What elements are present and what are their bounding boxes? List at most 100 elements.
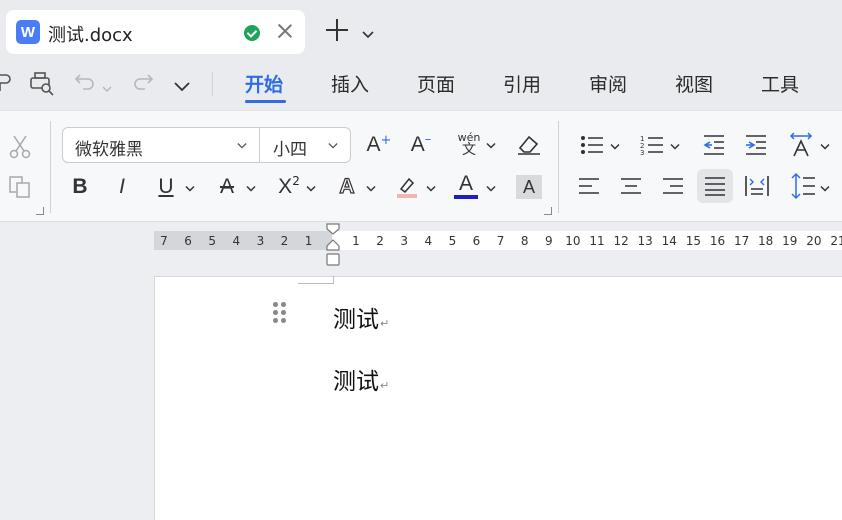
close-tab-icon[interactable] [276,22,294,40]
paragraph-mark: ↵ [380,379,390,392]
print-icon[interactable] [0,71,12,97]
tab-tools[interactable]: 工具 [761,70,799,97]
svg-text:3: 3 [640,149,644,156]
clipboard-dialog-launcher[interactable] [36,207,44,215]
numbered-list-icon[interactable]: 123 [638,131,666,159]
paragraph-drag-handle-icon[interactable] [273,302,287,324]
ruler-number: 11 [589,234,605,248]
horizontal-ruler[interactable]: 7 6 5 4 3 2 1 1 2 3 4 5 6 7 8 9 10 11 12 13 14 15 16 17 18 19 20 21 [154,231,842,250]
ruler-number: 6 [184,234,192,248]
redo-icon[interactable] [132,72,154,96]
ruler-number: 15 [685,234,702,248]
align-left-icon[interactable] [576,173,602,199]
ruler-number: 9 [544,234,553,248]
line-spacing-dropdown-icon[interactable] [820,184,830,194]
print-preview-icon[interactable] [28,70,56,100]
font-size-dropdown-icon[interactable] [328,141,338,151]
numbered-list-dropdown-icon[interactable] [670,142,680,152]
ruler-number: 8 [520,234,529,248]
divider [558,121,559,213]
chevron-down-icon[interactable] [362,24,374,39]
font-size-value: 小四 [273,140,307,160]
ruler-number: 1 [352,234,360,248]
tab-review[interactable]: 审阅 [589,70,627,97]
align-justify-icon[interactable] [697,169,733,203]
new-tab-icon[interactable] [326,19,348,41]
text-effect-dropdown-icon[interactable] [366,184,376,194]
phonetic-dropdown-icon[interactable] [486,141,496,151]
ruler-number: 5 [208,234,217,248]
ruler-number: 17 [733,234,750,248]
ruler-number: 21 [830,234,842,248]
font-color-swatch [454,195,478,199]
font-name-value: 微软雅黑 [75,140,143,160]
indent-marker-icon[interactable] [326,223,340,267]
ruler-number: 2 [376,234,384,248]
font-color-button[interactable]: A [452,171,480,201]
document-page[interactable] [154,276,842,520]
superscript-dropdown-icon[interactable] [306,184,316,194]
ruler-number: 5 [448,234,457,248]
wps-writer-logo: W [16,20,40,44]
underline-button[interactable]: U [154,173,178,201]
undo-dropdown-icon[interactable] [102,78,112,97]
tab-home[interactable]: 开始 [245,70,283,97]
document-tab[interactable]: W 测试.docx [6,10,305,54]
highlight-icon[interactable] [394,173,420,201]
undo-icon[interactable] [74,72,96,96]
page-margin-mark [298,276,334,284]
font-color-dropdown-icon[interactable] [486,184,496,194]
bullet-list-icon[interactable] [578,131,606,159]
tab-page[interactable]: 页面 [417,70,455,97]
paragraph-mark: ↵ [380,317,390,330]
text-effect-button[interactable]: A [334,173,360,201]
decrease-indent-icon[interactable] [700,131,728,159]
font-selector[interactable]: 微软雅黑 小四 [62,127,351,163]
ruler-number: 10 [565,234,581,248]
ruler-number: 3 [400,234,409,248]
phonetic-guide-button[interactable]: wén 文 [452,131,486,159]
ruler-number: 18 [758,234,774,248]
increase-font-size-button[interactable]: A + [364,131,394,159]
copy-icon[interactable] [6,173,34,201]
ruler-number: 14 [661,234,677,248]
tab-view[interactable]: 视图 [675,70,713,97]
italic-button[interactable]: I [110,173,134,201]
strikethrough-dropdown-icon[interactable] [246,184,256,194]
superscript-button[interactable]: X2 [274,173,304,201]
bullet-list-dropdown-icon[interactable] [610,142,620,152]
decrease-font-size-button[interactable]: A – [406,131,436,159]
bold-button[interactable]: B [68,173,92,201]
highlight-dropdown-icon[interactable] [426,184,436,194]
clear-format-icon[interactable] [514,131,544,159]
divider [212,72,213,96]
tab-references[interactable]: 引用 [503,70,541,97]
ruler-number: 7 [496,234,505,248]
distributed-align-icon[interactable] [742,173,772,199]
tab-bar: W 测试.docx [0,0,842,62]
saved-check-icon [244,25,260,41]
line-spacing-icon[interactable] [788,171,818,201]
paragraph[interactable]: 测试↵ [333,362,389,396]
ruler-number: 16 [709,234,726,248]
ruler-number: 4 [424,234,433,248]
ruler-number: 3 [256,234,265,248]
font-dialog-launcher[interactable] [544,207,552,215]
character-spacing-icon[interactable] [786,129,816,159]
increase-indent-icon[interactable] [742,131,770,159]
ruler-number: 12 [613,234,629,248]
align-right-icon[interactable] [660,173,686,199]
strikethrough-button[interactable]: A [214,173,240,201]
ruler-number: 20 [806,234,822,248]
underline-dropdown-icon[interactable] [185,184,195,194]
more-chevron-icon[interactable] [174,77,190,96]
character-spacing-dropdown-icon[interactable] [820,142,830,152]
ribbon-menu-row: 开始 插入 页面 引用 审阅 视图 工具 [0,62,842,110]
tab-insert[interactable]: 插入 [331,70,369,97]
paragraph[interactable]: 测试↵ [333,300,389,334]
cut-icon[interactable] [6,133,34,161]
character-shading-button[interactable]: A [516,175,542,199]
font-name-dropdown-icon[interactable] [237,141,247,151]
ruler-number: 4 [232,234,241,248]
align-center-icon[interactable] [618,173,644,199]
